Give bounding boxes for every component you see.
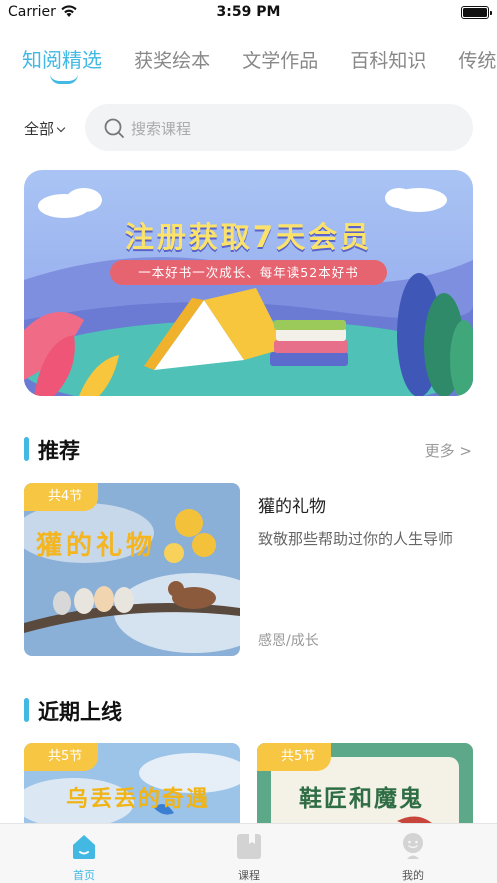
banner-subtitle: 一本好书一次成长、每年读52本好书	[110, 260, 387, 285]
bottom-tab-bar: 首页 课程 我的	[0, 823, 497, 883]
filter-label: 全部	[24, 120, 55, 138]
filter-dropdown[interactable]: 全部	[24, 118, 66, 139]
search-placeholder: 搜索课程	[131, 120, 192, 138]
nav-courses[interactable]: 课程	[199, 824, 299, 883]
status-bar: Carrier 3:59 PM	[0, 0, 497, 26]
tab-zhiyue-jingxuan[interactable]: 知阅精选	[22, 44, 102, 73]
section-accent-bar	[24, 698, 29, 722]
nav-home-label: 首页	[73, 869, 95, 882]
nav-profile[interactable]: 我的	[363, 824, 463, 883]
nav-home[interactable]: 首页	[34, 824, 134, 883]
nav-courses-label: 课程	[238, 869, 260, 882]
promo-banner[interactable]: 注册获取7天会员 一本好书一次成长、每年读52本好书	[24, 170, 473, 396]
cover-title-text: 鞋匠和魔鬼	[299, 786, 424, 812]
more-link[interactable]: 更多 >	[425, 440, 472, 461]
recommended-course-cover[interactable]: 共4节 獾的礼物	[24, 483, 240, 656]
section-accent-bar	[24, 437, 29, 461]
cover-title-text: 獾的礼物	[36, 531, 157, 561]
banner-title: 注册获取7天会员	[124, 220, 373, 254]
recommended-section-title: 推荐	[38, 439, 80, 463]
profile-icon	[403, 833, 423, 859]
search-input[interactable]: 搜索课程	[85, 104, 473, 151]
course-title[interactable]: 獾的礼物	[258, 492, 326, 517]
course-tags: 感恩/成长	[258, 633, 319, 649]
tab-wenxue-zuopin[interactable]: 文学作品	[242, 46, 318, 73]
status-time: 3:59 PM	[216, 4, 281, 20]
home-icon	[73, 835, 95, 859]
cover-title-text: 乌丢丢的奇遇	[66, 787, 211, 812]
lesson-count-badge: 共5节	[257, 743, 332, 771]
search-icon	[104, 118, 124, 138]
chevron-down-icon	[56, 123, 66, 133]
battery-icon	[461, 6, 492, 19]
tab-huojiang-huiben[interactable]: 获奖绘本	[134, 46, 210, 73]
book-icon	[237, 834, 261, 859]
lesson-count-badge: 共4节	[24, 483, 99, 511]
nav-profile-label: 我的	[402, 869, 424, 882]
recent-section-title: 近期上线	[38, 700, 122, 724]
course-description: 致敬那些帮助过你的人生导师	[258, 530, 454, 548]
lesson-count-badge: 共5节	[24, 743, 99, 771]
tab-chuantong[interactable]: 传统	[458, 46, 496, 73]
active-tab-indicator	[50, 74, 78, 84]
tab-baike-zhishi[interactable]: 百科知识	[350, 46, 426, 73]
category-tabs: 知阅精选 获奖绘本 文学作品 百科知识 传统	[22, 44, 497, 88]
